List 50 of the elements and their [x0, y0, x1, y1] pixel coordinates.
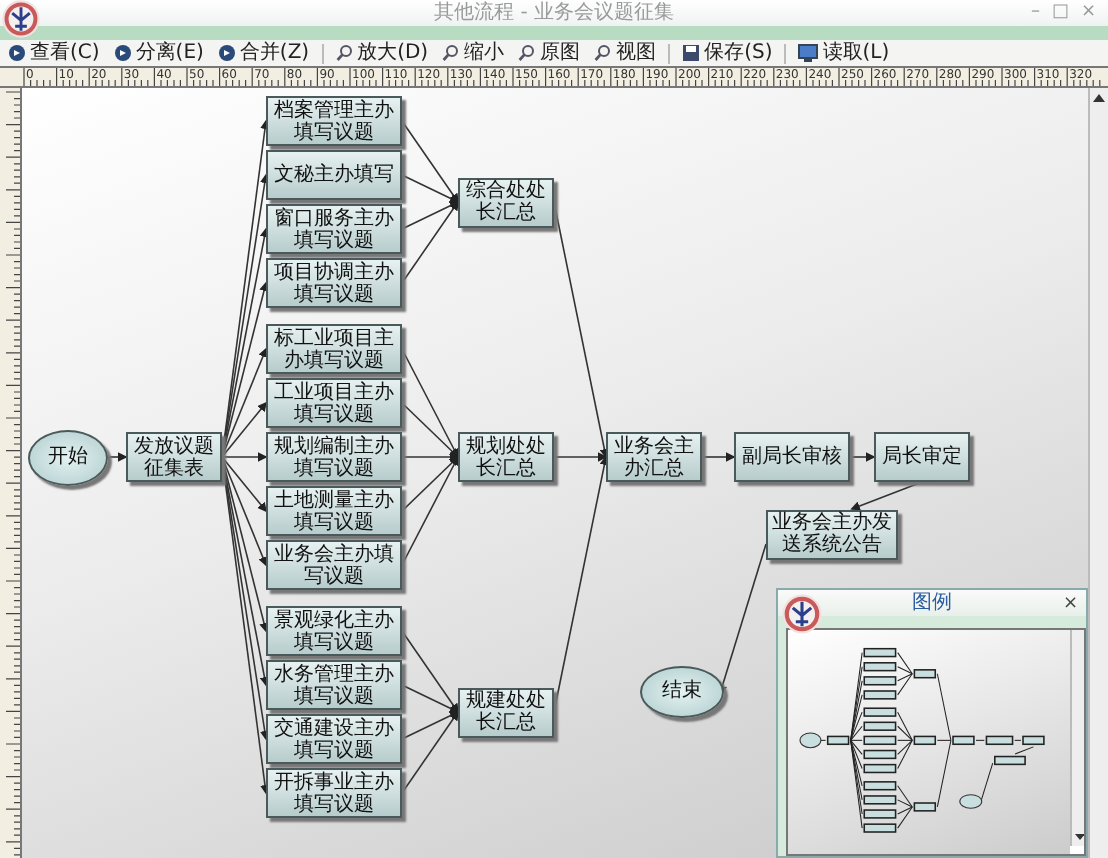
process-node: 副局长审核: [734, 432, 850, 482]
toolbar-button[interactable]: 原图: [516, 41, 583, 65]
process-node: 工业项目主办填写议题: [266, 378, 402, 428]
process-node: 景观绿化主办填写议题: [266, 606, 402, 656]
toolbar-button[interactable]: 分离(E): [111, 41, 206, 65]
end-node: 结束: [640, 665, 724, 717]
magnifier-icon: [335, 44, 354, 62]
connector-arrow: [850, 481, 923, 511]
process-node: 规建处处长汇总: [458, 687, 554, 737]
start-node: 开始: [28, 429, 108, 485]
process-node: 水务管理主办填写议题: [266, 660, 402, 710]
connector-arrow: [701, 452, 736, 462]
process-node: 规划编制主办填写议题: [266, 432, 402, 482]
process-node: 发放议题征集表: [126, 432, 222, 482]
window-title: 图例: [912, 591, 952, 615]
toolbar-button[interactable]: 放大(D): [333, 41, 431, 65]
process-node: 土地测量主办填写议题: [266, 486, 402, 536]
process-node: 开拆事业主办填写议题: [266, 768, 402, 818]
toolbar-button[interactable]: 视图: [592, 41, 659, 65]
connector-arrow: [849, 452, 876, 462]
magnifier-icon: [518, 44, 537, 62]
toolbar-button[interactable]: 缩小: [440, 41, 507, 65]
scrollbar[interactable]: [1070, 630, 1084, 846]
toolbar-button[interactable]: 保存(S): [680, 41, 775, 65]
round-arrow-icon: [217, 44, 236, 62]
process-node: 窗口服务主办填写议题: [266, 204, 402, 254]
process-node: 交通建设主办填写议题: [266, 714, 402, 764]
process-node: 项目协调主办填写议题: [266, 258, 402, 308]
round-arrow-icon: [113, 44, 132, 62]
process-node: 综合处处长汇总: [458, 177, 554, 227]
process-node: 局长审定: [874, 432, 970, 482]
scrollbar[interactable]: [1088, 88, 1108, 858]
process-node: 档案管理主办填写议题: [266, 96, 402, 146]
process-node: 标工业项目主办填写议题: [266, 324, 402, 374]
emblem-icon: [782, 594, 822, 634]
process-node: 业务会主办汇总: [606, 432, 702, 482]
magnifier-icon: [594, 44, 613, 62]
process-node: 文秘主办填写: [266, 150, 402, 200]
connector-arrow: [107, 452, 128, 462]
close-button[interactable]: ×: [1062, 592, 1078, 616]
process-node: 业务会主办发送系统公告: [766, 509, 898, 559]
toolbar-button[interactable]: 合并(Z): [215, 41, 312, 65]
round-arrow-icon: [8, 44, 26, 62]
process-node: 业务会主办填写议题: [266, 540, 402, 590]
magnifier-icon: [442, 44, 461, 62]
window-title: 其他流程 - 业务会议题征集: [434, 1, 674, 25]
toolbar-button[interactable]: 查看(C): [6, 41, 102, 65]
process-node: 规划处处长汇总: [458, 432, 554, 482]
monitor-icon: [798, 44, 819, 62]
toolbar-button[interactable]: 读取(L): [796, 41, 892, 65]
